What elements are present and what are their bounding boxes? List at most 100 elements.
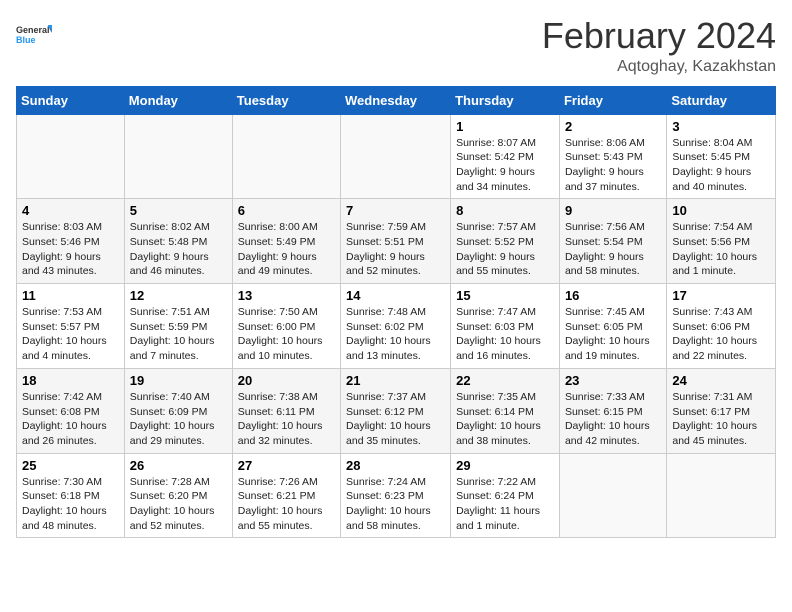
page-header: General Blue February 2024 Aqtoghay, Kaz… (16, 16, 776, 76)
calendar-cell: 28 Sunrise: 7:24 AM Sunset: 6:23 PM Dayli… (341, 453, 451, 538)
day-number: 1 (456, 119, 554, 134)
title-block: February 2024 Aqtoghay, Kazakhstan (542, 16, 776, 76)
day-number: 25 (22, 458, 119, 473)
day-info: Sunrise: 7:30 AM Sunset: 6:18 PM Dayligh… (22, 475, 119, 534)
day-info: Sunrise: 7:24 AM Sunset: 6:23 PM Dayligh… (346, 475, 445, 534)
calendar-cell: 13 Sunrise: 7:50 AM Sunset: 6:00 PM Dayli… (232, 284, 340, 369)
day-number: 14 (346, 288, 445, 303)
calendar-cell: 10Sunrise: 7:54 AM Sunset: 5:56 PM Dayli… (667, 199, 776, 284)
day-number: 8 (456, 203, 554, 218)
day-info: Sunrise: 7:35 AM Sunset: 6:14 PM Dayligh… (456, 390, 554, 449)
day-info: Sunrise: 7:38 AM Sunset: 6:11 PM Dayligh… (238, 390, 335, 449)
day-info: Sunrise: 7:43 AM Sunset: 6:06 PM Dayligh… (672, 305, 770, 364)
day-info: Sunrise: 8:03 AM Sunset: 5:46 PM Dayligh… (22, 220, 119, 279)
col-header-monday: Monday (124, 86, 232, 114)
location-title: Aqtoghay, Kazakhstan (542, 58, 776, 76)
calendar-cell: 23Sunrise: 7:33 AM Sunset: 6:15 PM Dayli… (559, 368, 666, 453)
calendar-cell: 12 Sunrise: 7:51 AM Sunset: 5:59 PM Dayli… (124, 284, 232, 369)
calendar-cell: 19 Sunrise: 7:40 AM Sunset: 6:09 PM Dayli… (124, 368, 232, 453)
calendar-cell: 8 Sunrise: 7:57 AM Sunset: 5:52 PM Daylig… (451, 199, 560, 284)
day-info: Sunrise: 8:06 AM Sunset: 5:43 PM Dayligh… (565, 136, 661, 195)
day-info: Sunrise: 7:37 AM Sunset: 6:12 PM Dayligh… (346, 390, 445, 449)
calendar-cell: 11Sunrise: 7:53 AM Sunset: 5:57 PM Dayli… (17, 284, 125, 369)
day-number: 27 (238, 458, 335, 473)
col-header-saturday: Saturday (667, 86, 776, 114)
day-info: Sunrise: 8:07 AM Sunset: 5:42 PM Dayligh… (456, 136, 554, 195)
calendar-cell: 15 Sunrise: 7:47 AM Sunset: 6:03 PM Dayli… (451, 284, 560, 369)
day-number: 2 (565, 119, 661, 134)
calendar-cell: 4 Sunrise: 8:03 AM Sunset: 5:46 PM Daylig… (17, 199, 125, 284)
day-number: 19 (130, 373, 227, 388)
calendar-cell: 3 Sunrise: 8:04 AM Sunset: 5:45 PM Daylig… (667, 114, 776, 199)
day-number: 18 (22, 373, 119, 388)
calendar-cell (667, 453, 776, 538)
day-number: 4 (22, 203, 119, 218)
calendar-cell: 2 Sunrise: 8:06 AM Sunset: 5:43 PM Daylig… (559, 114, 666, 199)
day-number: 29 (456, 458, 554, 473)
calendar-cell (341, 114, 451, 199)
calendar-cell: 24Sunrise: 7:31 AM Sunset: 6:17 PM Dayli… (667, 368, 776, 453)
day-number: 6 (238, 203, 335, 218)
day-number: 24 (672, 373, 770, 388)
calendar-cell: 22 Sunrise: 7:35 AM Sunset: 6:14 PM Dayli… (451, 368, 560, 453)
month-title: February 2024 (542, 16, 776, 56)
col-header-wednesday: Wednesday (341, 86, 451, 114)
calendar-cell: 29 Sunrise: 7:22 AM Sunset: 6:24 PM Dayli… (451, 453, 560, 538)
day-number: 3 (672, 119, 770, 134)
day-info: Sunrise: 7:48 AM Sunset: 6:02 PM Dayligh… (346, 305, 445, 364)
day-number: 11 (22, 288, 119, 303)
day-info: Sunrise: 7:28 AM Sunset: 6:20 PM Dayligh… (130, 475, 227, 534)
day-number: 15 (456, 288, 554, 303)
calendar-cell: 16Sunrise: 7:45 AM Sunset: 6:05 PM Dayli… (559, 284, 666, 369)
day-number: 28 (346, 458, 445, 473)
week-row-3: 11Sunrise: 7:53 AM Sunset: 5:57 PM Dayli… (17, 284, 776, 369)
day-info: Sunrise: 7:42 AM Sunset: 6:08 PM Dayligh… (22, 390, 119, 449)
calendar-cell (559, 453, 666, 538)
calendar-cell (232, 114, 340, 199)
calendar-cell: 21 Sunrise: 7:37 AM Sunset: 6:12 PM Dayli… (341, 368, 451, 453)
calendar-header-row: SundayMondayTuesdayWednesdayThursdayFrid… (17, 86, 776, 114)
day-info: Sunrise: 7:22 AM Sunset: 6:24 PM Dayligh… (456, 475, 554, 534)
calendar-cell: 6 Sunrise: 8:00 AM Sunset: 5:49 PM Daylig… (232, 199, 340, 284)
week-row-4: 18 Sunrise: 7:42 AM Sunset: 6:08 PM Dayli… (17, 368, 776, 453)
day-number: 16 (565, 288, 661, 303)
col-header-tuesday: Tuesday (232, 86, 340, 114)
calendar-cell: 27Sunrise: 7:26 AM Sunset: 6:21 PM Dayli… (232, 453, 340, 538)
day-info: Sunrise: 7:51 AM Sunset: 5:59 PM Dayligh… (130, 305, 227, 364)
svg-text:Blue: Blue (16, 35, 36, 45)
calendar-cell: 14 Sunrise: 7:48 AM Sunset: 6:02 PM Dayli… (341, 284, 451, 369)
week-row-5: 25 Sunrise: 7:30 AM Sunset: 6:18 PM Dayli… (17, 453, 776, 538)
calendar-cell (124, 114, 232, 199)
calendar-cell: 26Sunrise: 7:28 AM Sunset: 6:20 PM Dayli… (124, 453, 232, 538)
calendar-cell: 18 Sunrise: 7:42 AM Sunset: 6:08 PM Dayli… (17, 368, 125, 453)
calendar-cell (17, 114, 125, 199)
day-number: 9 (565, 203, 661, 218)
day-number: 7 (346, 203, 445, 218)
day-number: 5 (130, 203, 227, 218)
col-header-sunday: Sunday (17, 86, 125, 114)
day-number: 13 (238, 288, 335, 303)
day-number: 12 (130, 288, 227, 303)
day-number: 23 (565, 373, 661, 388)
calendar-cell: 5Sunrise: 8:02 AM Sunset: 5:48 PM Daylig… (124, 199, 232, 284)
calendar-cell: 25 Sunrise: 7:30 AM Sunset: 6:18 PM Dayli… (17, 453, 125, 538)
week-row-1: 1 Sunrise: 8:07 AM Sunset: 5:42 PM Daylig… (17, 114, 776, 199)
day-info: Sunrise: 8:04 AM Sunset: 5:45 PM Dayligh… (672, 136, 770, 195)
logo-svg: General Blue (16, 16, 52, 52)
svg-text:General: General (16, 25, 50, 35)
logo: General Blue (16, 16, 52, 52)
col-header-thursday: Thursday (451, 86, 560, 114)
calendar-cell: 9Sunrise: 7:56 AM Sunset: 5:54 PM Daylig… (559, 199, 666, 284)
calendar-cell: 17Sunrise: 7:43 AM Sunset: 6:06 PM Dayli… (667, 284, 776, 369)
day-number: 22 (456, 373, 554, 388)
calendar-cell: 1 Sunrise: 8:07 AM Sunset: 5:42 PM Daylig… (451, 114, 560, 199)
day-info: Sunrise: 7:57 AM Sunset: 5:52 PM Dayligh… (456, 220, 554, 279)
calendar-cell: 7Sunrise: 7:59 AM Sunset: 5:51 PM Daylig… (341, 199, 451, 284)
day-info: Sunrise: 8:00 AM Sunset: 5:49 PM Dayligh… (238, 220, 335, 279)
day-number: 21 (346, 373, 445, 388)
day-info: Sunrise: 7:50 AM Sunset: 6:00 PM Dayligh… (238, 305, 335, 364)
day-info: Sunrise: 7:40 AM Sunset: 6:09 PM Dayligh… (130, 390, 227, 449)
day-info: Sunrise: 7:54 AM Sunset: 5:56 PM Dayligh… (672, 220, 770, 279)
col-header-friday: Friday (559, 86, 666, 114)
day-info: Sunrise: 7:47 AM Sunset: 6:03 PM Dayligh… (456, 305, 554, 364)
